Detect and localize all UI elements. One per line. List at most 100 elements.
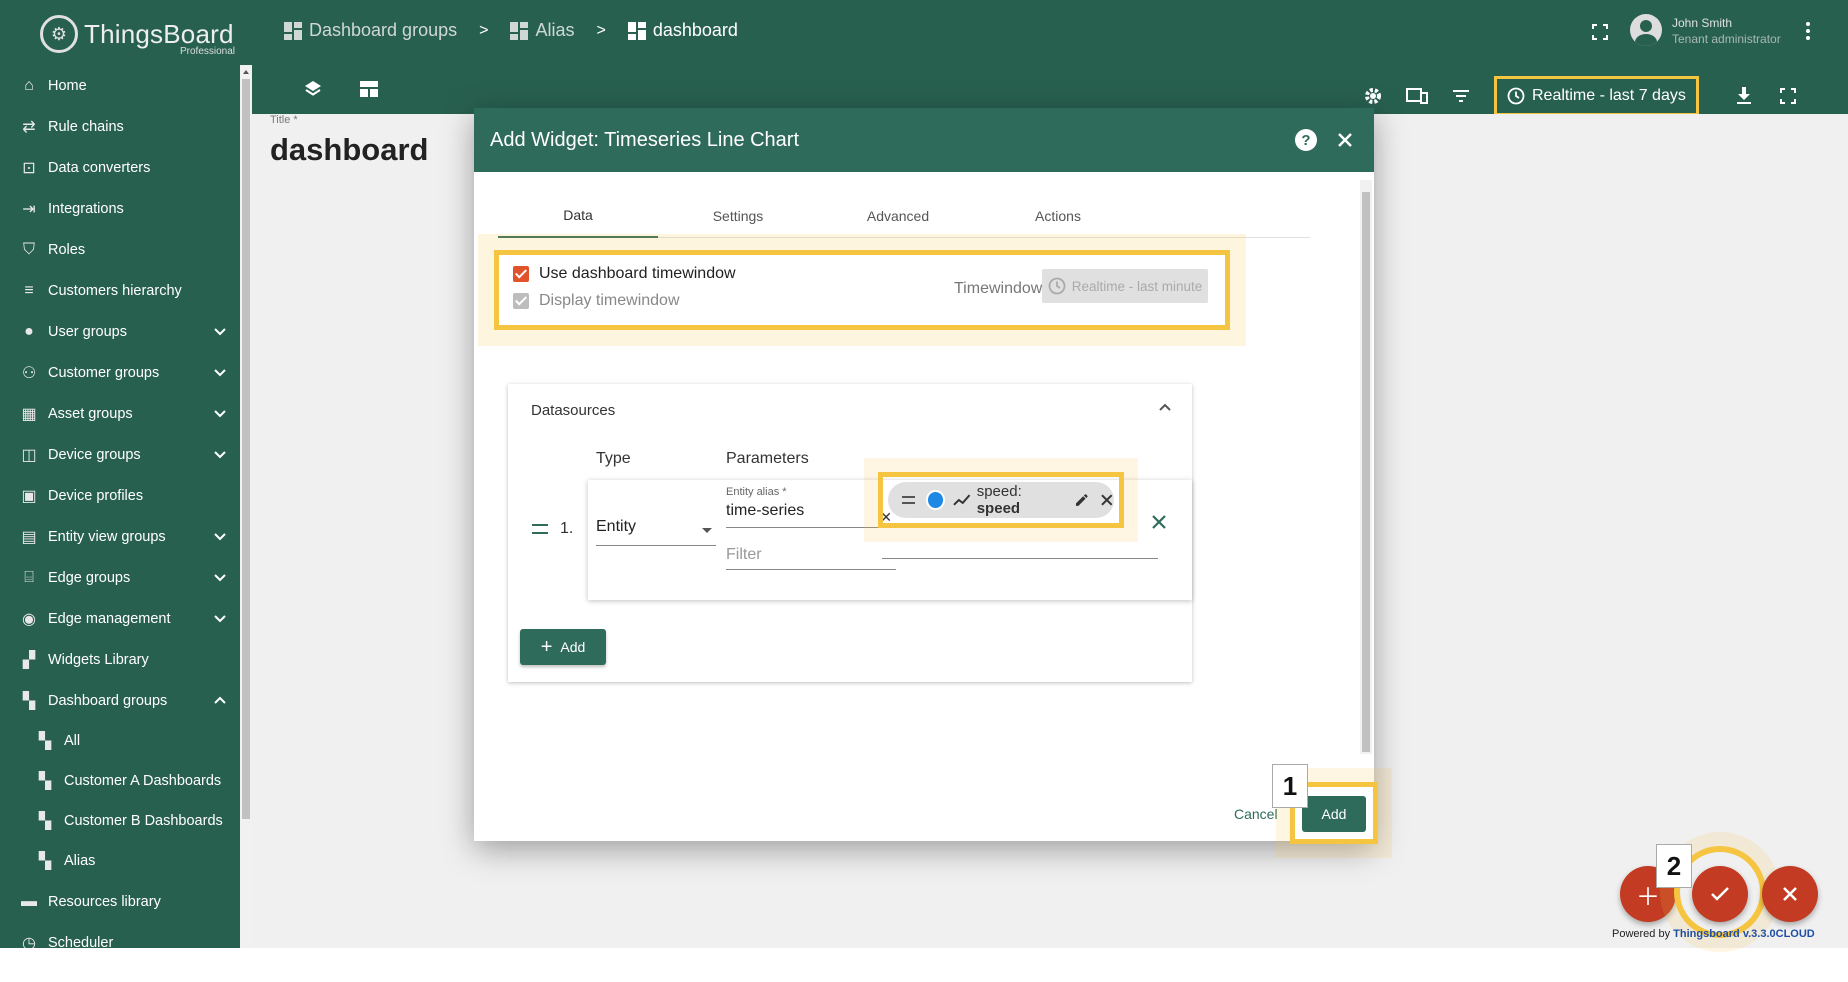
column-parameters: Parameters bbox=[726, 450, 809, 467]
sidebar-subitem-all[interactable]: ▚ All bbox=[0, 721, 240, 761]
clock-icon bbox=[1048, 277, 1066, 295]
chevron-down-icon[interactable] bbox=[212, 364, 228, 380]
add-datasource-button[interactable]: + Add bbox=[520, 629, 606, 665]
drag-handle-icon[interactable] bbox=[532, 524, 548, 534]
dashboard-title-label: Title * bbox=[270, 114, 298, 126]
delete-datasource-icon[interactable] bbox=[1151, 514, 1167, 530]
discard-changes-fab[interactable] bbox=[1762, 866, 1818, 922]
download-icon[interactable] bbox=[1733, 85, 1755, 107]
sidebar-item-roles[interactable]: ⛉ Roles bbox=[0, 229, 240, 270]
sidebar-item-edge-management[interactable]: ◉ Edge management bbox=[0, 598, 240, 639]
apply-changes-fab[interactable] bbox=[1692, 866, 1748, 922]
tab-settings[interactable]: Settings bbox=[658, 194, 818, 238]
dialog-body: Data Settings Advanced Actions Use dashb… bbox=[474, 172, 1374, 841]
brand-link[interactable]: Thingsboard v.3.3.0CLOUD bbox=[1673, 928, 1815, 940]
timewindow-button[interactable]: Realtime - last 7 days bbox=[1494, 76, 1699, 116]
fullscreen-icon[interactable] bbox=[1777, 85, 1799, 107]
devices-icon[interactable] bbox=[1406, 85, 1428, 107]
chevron-up-icon[interactable] bbox=[212, 692, 228, 708]
chevron-down-icon[interactable] bbox=[212, 446, 228, 462]
chevron-down-icon[interactable] bbox=[212, 323, 228, 339]
chevron-down-icon[interactable] bbox=[212, 528, 228, 544]
user-menu[interactable]: John Smith Tenant administrator bbox=[1630, 14, 1781, 46]
confirm-add-button[interactable]: Add bbox=[1302, 796, 1366, 832]
data-key-chip[interactable]: speed: speed bbox=[888, 482, 1114, 518]
edit-icon[interactable] bbox=[1075, 493, 1089, 507]
select-value: Entity bbox=[596, 518, 637, 535]
entity-alias-field[interactable]: Entity alias * time-series ✕ bbox=[726, 486, 896, 528]
remove-key-icon[interactable] bbox=[1100, 493, 1114, 507]
sidebar-item-label: Device groups bbox=[48, 446, 141, 463]
folder-icon: ▬ bbox=[21, 892, 37, 910]
chevron-up-icon[interactable] bbox=[1158, 402, 1172, 412]
close-icon[interactable] bbox=[1334, 129, 1356, 151]
sidebar-item-data-converters[interactable]: ⊡ Data converters bbox=[0, 147, 240, 188]
dashboard-icon: ▚ bbox=[38, 853, 52, 870]
sidebar-item-device-groups[interactable]: ◫ Device groups bbox=[0, 434, 240, 475]
sidebar-item-customer-groups[interactable]: ⚇ Customer groups bbox=[0, 352, 240, 393]
dialog-title: Add Widget: Timeseries Line Chart bbox=[490, 128, 800, 151]
edge-icon: ⌸ bbox=[24, 568, 34, 586]
drag-handle-icon[interactable] bbox=[902, 496, 915, 504]
color-picker[interactable] bbox=[925, 490, 946, 510]
sidebar-item-device-profiles[interactable]: ▣ Device profiles bbox=[0, 475, 240, 516]
tab-data[interactable]: Data bbox=[498, 194, 658, 238]
checkbox-checked[interactable] bbox=[513, 266, 529, 282]
sidebar-item-home[interactable]: ⌂ Home bbox=[0, 65, 240, 106]
datasource-row: Entity Entity alias * time-series ✕ Filt… bbox=[588, 472, 1192, 600]
settings-icon[interactable] bbox=[1362, 85, 1384, 107]
sidebar-subitem-customer-a-dashboards[interactable]: ▚ Customer A Dashboards bbox=[0, 761, 240, 801]
sidebar-item-integrations[interactable]: ⇥ Integrations bbox=[0, 188, 240, 229]
sidebar-item-label: Rule chains bbox=[48, 118, 124, 135]
sidebar-item-asset-groups[interactable]: ▦ Asset groups bbox=[0, 393, 240, 434]
scroll-thumb[interactable] bbox=[242, 79, 250, 819]
layers-icon[interactable] bbox=[302, 78, 324, 100]
app-logo[interactable]: ⚙ ThingsBoard Professional bbox=[40, 14, 235, 57]
filter-icon[interactable] bbox=[1450, 85, 1472, 107]
help-icon[interactable]: ? bbox=[1295, 129, 1317, 151]
sidebar-subitem-customer-b-dashboards[interactable]: ▚ Customer B Dashboards bbox=[0, 801, 240, 841]
breadcrumb-item-dashboard-groups[interactable]: Dashboard groups bbox=[284, 20, 457, 41]
sidebar-item-entity-view-groups[interactable]: ▤ Entity view groups bbox=[0, 516, 240, 557]
dashboard-title[interactable]: dashboard bbox=[270, 132, 428, 168]
datasource-type-select[interactable]: Entity bbox=[596, 518, 716, 546]
close-icon bbox=[1783, 887, 1797, 901]
step-marker-2: 2 bbox=[1656, 844, 1692, 888]
scroll-up-icon[interactable] bbox=[243, 70, 249, 74]
chevron-down-icon[interactable] bbox=[212, 610, 228, 626]
tab-actions[interactable]: Actions bbox=[978, 194, 1138, 238]
breadcrumb-item-alias[interactable]: Alias bbox=[510, 20, 574, 41]
more-vert-icon[interactable] bbox=[1806, 22, 1810, 40]
sidebar-item-resources-library[interactable]: ▬ Resources library bbox=[0, 881, 240, 922]
sidebar: ⚙ ThingsBoard Professional ⌂ Home ⇄ Rule ch… bbox=[0, 0, 252, 982]
top-bar: Dashboard groups > Alias > dashboard Joh… bbox=[252, 0, 1848, 116]
sidebar-item-customers-hierarchy[interactable]: ≡ Customers hierarchy bbox=[0, 270, 240, 311]
chevron-down-icon[interactable] bbox=[212, 405, 228, 421]
sidebar-item-edge-groups[interactable]: ⌸ Edge groups bbox=[0, 557, 240, 598]
step-marker-1: 1 bbox=[1272, 764, 1308, 808]
sidebar-item-label: Resources library bbox=[48, 893, 161, 910]
dashboard-icon bbox=[627, 21, 646, 40]
widgets-icon: ▞ bbox=[22, 651, 36, 669]
customers-icon: ⚇ bbox=[21, 364, 37, 382]
sidebar-item-dashboard-groups[interactable]: ▚ Dashboard groups bbox=[0, 680, 240, 721]
tab-advanced[interactable]: Advanced bbox=[818, 194, 978, 238]
scroll-thumb[interactable] bbox=[1362, 192, 1370, 752]
chevron-down-icon[interactable] bbox=[212, 569, 228, 585]
sidebar-item-widgets-library[interactable]: ▞ Widgets Library bbox=[0, 639, 240, 680]
sidebar-subitem-alias[interactable]: ▚ Alias bbox=[0, 841, 240, 881]
filter-input[interactable]: Filter bbox=[726, 540, 896, 570]
add-widget-dialog: Add Widget: Timeseries Line Chart ? Data… bbox=[474, 108, 1374, 841]
checkbox-label: Display timewindow bbox=[539, 292, 680, 309]
fullscreen-icon[interactable] bbox=[1592, 24, 1608, 40]
sidebar-item-user-groups[interactable]: ● User groups bbox=[0, 311, 240, 352]
cancel-button[interactable]: Cancel bbox=[1234, 806, 1278, 822]
layout-icon[interactable] bbox=[358, 78, 380, 100]
integration-icon: ⇥ bbox=[22, 200, 36, 218]
sidebar-nav: ⌂ Home ⇄ Rule chains ⊡ Data converters ⇥ Integr… bbox=[0, 65, 240, 982]
sidebar-scrollbar[interactable] bbox=[240, 65, 252, 982]
dropdown-arrow-icon bbox=[702, 528, 712, 533]
use-dashboard-timewindow-checkbox[interactable]: Use dashboard timewindow bbox=[513, 265, 736, 283]
sidebar-item-rule-chains[interactable]: ⇄ Rule chains bbox=[0, 106, 240, 147]
dialog-scrollbar[interactable] bbox=[1360, 180, 1372, 754]
